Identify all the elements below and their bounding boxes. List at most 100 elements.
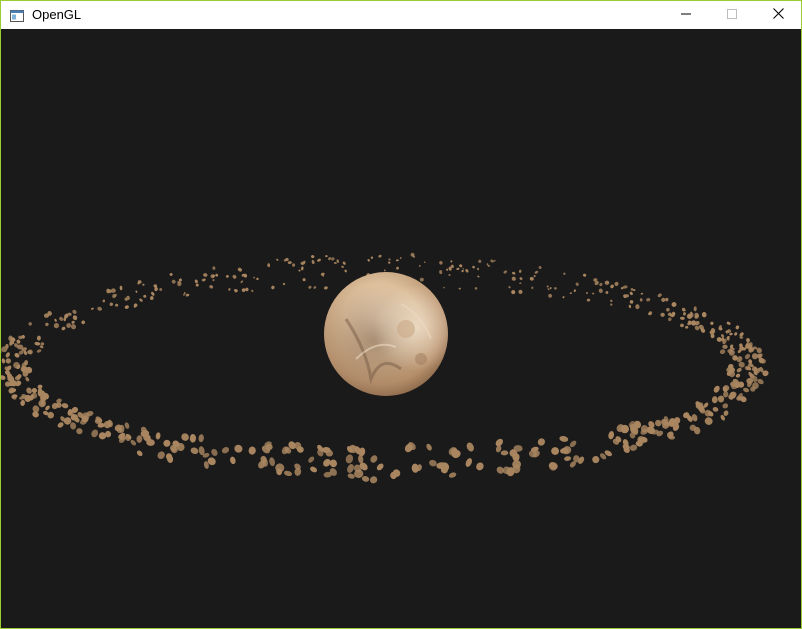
asteroid (195, 283, 199, 287)
asteroid (267, 263, 271, 268)
asteroid (477, 267, 479, 271)
asteroid (429, 459, 437, 467)
asteroid (446, 268, 449, 271)
asteroid (36, 349, 42, 353)
asteroid (5, 352, 10, 358)
asteroid (562, 296, 565, 299)
asteroid (628, 304, 632, 309)
asteroid (518, 269, 522, 273)
asteroid (328, 257, 332, 261)
asteroid (313, 286, 317, 289)
asteroid (143, 294, 147, 298)
asteroid (419, 277, 424, 282)
asteroid (448, 472, 457, 478)
asteroid (661, 297, 666, 302)
asteroid (210, 274, 215, 279)
minimize-button[interactable] (663, 1, 709, 29)
asteroid (376, 463, 384, 471)
asteroid (378, 254, 382, 258)
asteroid (333, 261, 337, 265)
asteroid (342, 261, 346, 265)
asteroid (605, 291, 609, 294)
asteroid (591, 292, 595, 295)
asteroid (61, 403, 69, 409)
opengl-viewport[interactable] (1, 29, 801, 628)
title-bar[interactable]: OpenGL (1, 1, 801, 29)
asteroid (81, 320, 85, 325)
asteroid (573, 289, 576, 293)
asteroid (685, 325, 689, 329)
asteroid (719, 349, 726, 355)
asteroid (32, 411, 39, 418)
asteroid (292, 263, 296, 267)
asteroid (512, 271, 516, 275)
asteroid (336, 259, 340, 263)
asteroid (459, 264, 463, 268)
asteroid (477, 275, 480, 278)
app-window: OpenGL (0, 0, 802, 629)
asteroid (423, 261, 426, 263)
asteroid (282, 282, 286, 286)
asteroid (212, 279, 215, 282)
asteroid (63, 417, 72, 425)
asteroid (20, 400, 26, 406)
asteroid (310, 466, 318, 473)
asteroid (302, 278, 306, 282)
asteroid (476, 462, 484, 471)
asteroid (181, 433, 189, 441)
asteroid (511, 276, 516, 281)
asteroid (70, 422, 77, 430)
close-button[interactable] (755, 1, 801, 29)
asteroid (76, 428, 83, 435)
asteroid (456, 267, 460, 270)
asteroid (157, 451, 165, 460)
asteroid (240, 280, 244, 284)
asteroid (549, 287, 552, 290)
asteroid (287, 261, 292, 265)
asteroid (439, 270, 443, 275)
asteroid (461, 269, 464, 273)
asteroid (751, 353, 758, 360)
maximize-icon (727, 6, 737, 24)
asteroid (39, 345, 44, 349)
scene-svg (1, 252, 769, 484)
asteroid (654, 419, 662, 427)
asteroid (490, 259, 494, 263)
asteroid (311, 259, 315, 265)
asteroid (635, 304, 640, 310)
asteroid (569, 440, 577, 448)
asteroid (237, 267, 242, 272)
asteroid (234, 444, 243, 453)
asteroid (586, 291, 588, 295)
asteroid (136, 450, 143, 457)
asteroid (586, 298, 591, 302)
asteroid (518, 289, 523, 294)
asteroid (726, 321, 731, 325)
asteroid (171, 279, 176, 284)
asteroid (190, 447, 199, 455)
asteroid (344, 269, 347, 273)
close-icon (772, 6, 784, 24)
asteroid (472, 265, 475, 269)
asteroid (610, 303, 613, 306)
maximize-button[interactable] (709, 1, 755, 29)
asteroid (716, 337, 722, 342)
asteroid (474, 287, 478, 290)
asteroid (529, 276, 534, 281)
asteroid (150, 296, 154, 301)
asteroid (508, 286, 511, 289)
asteroid (97, 306, 103, 311)
asteroid (185, 293, 190, 297)
asteroid (462, 268, 465, 270)
asteroid (139, 298, 143, 302)
asteroid (25, 377, 30, 382)
asteroid (396, 266, 399, 270)
asteroid (45, 322, 49, 327)
asteroid (564, 456, 572, 461)
window-controls (663, 1, 801, 29)
asteroid (713, 385, 720, 393)
asteroid (665, 297, 669, 302)
asteroid (301, 266, 304, 271)
asteroid (519, 282, 522, 285)
asteroid (592, 456, 600, 464)
